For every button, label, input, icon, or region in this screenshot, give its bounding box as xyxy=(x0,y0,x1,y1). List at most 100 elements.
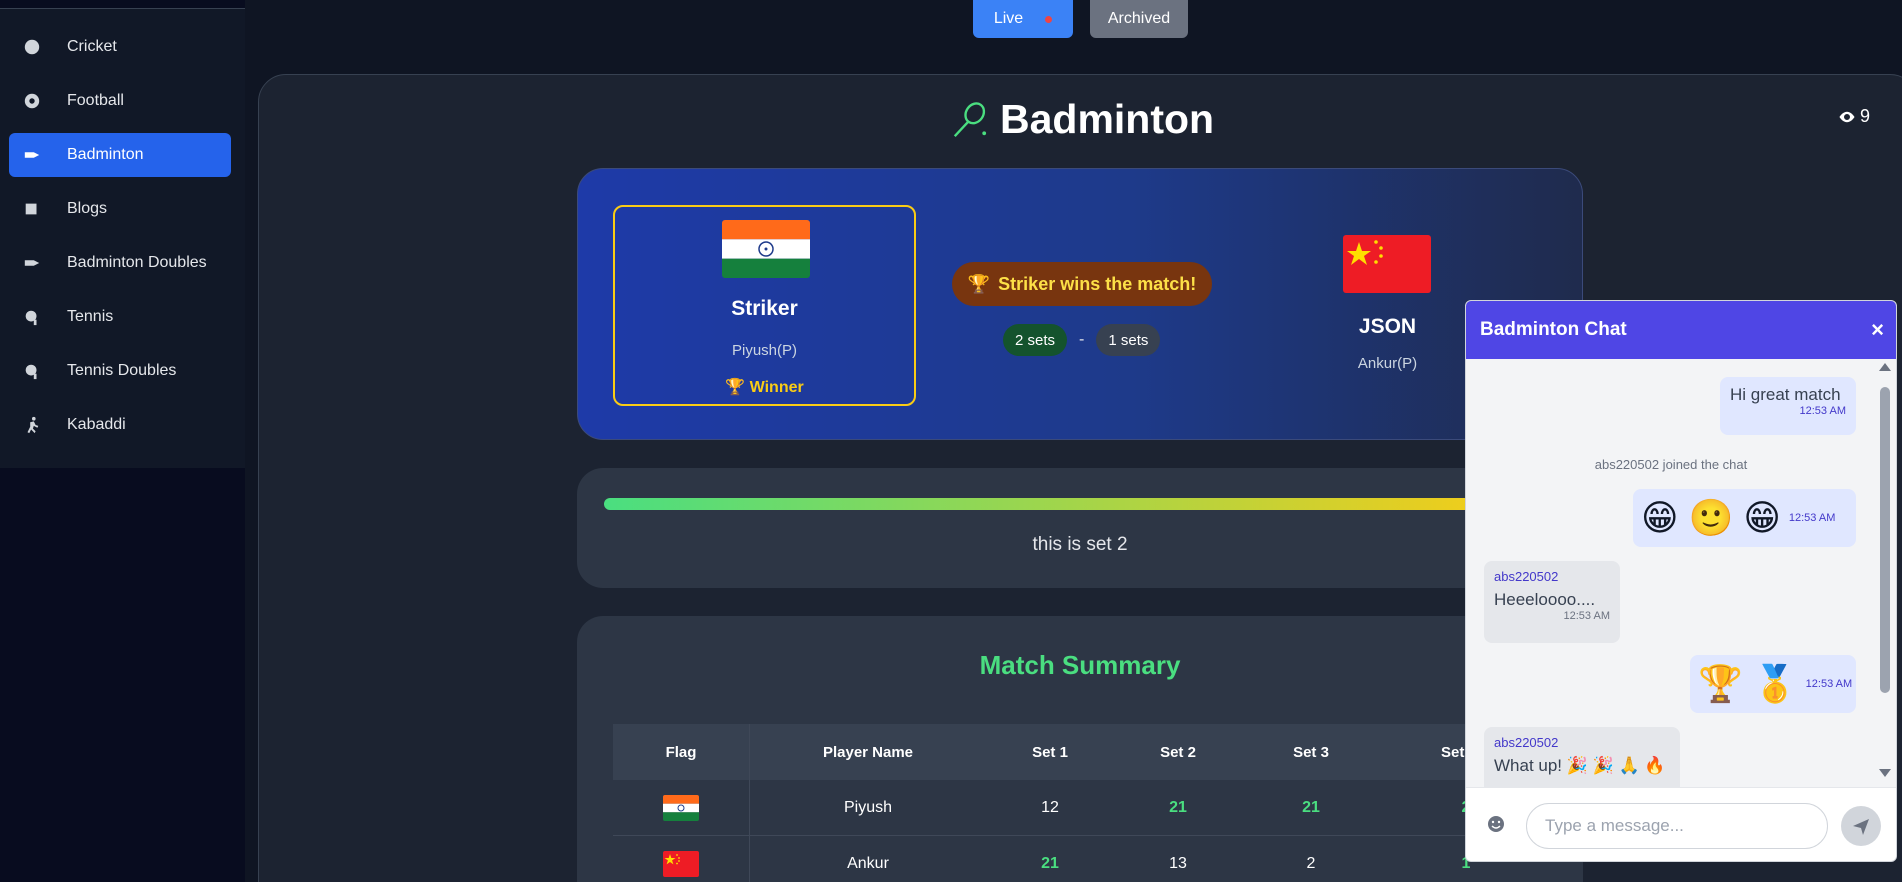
column-header: Set 3 xyxy=(1293,743,1329,761)
sidebar-item-badminton[interactable]: Badminton xyxy=(9,133,231,177)
newspaper-icon xyxy=(21,198,43,220)
trophy-icon: 🏆 xyxy=(725,379,746,396)
send-button[interactable] xyxy=(1841,806,1881,846)
sidebar-item-football[interactable]: Football xyxy=(9,79,231,123)
shuttlecock-icon xyxy=(21,144,43,166)
sidebar-item-label: Tennis Doubles xyxy=(67,362,177,379)
tab-archived-label: Archived xyxy=(1107,10,1171,27)
match-summary-title: Match Summary xyxy=(979,650,1181,680)
scroll-up-icon[interactable] xyxy=(1879,363,1891,371)
sidebar-nav: Cricket Football Badminton Blogs Badmint… xyxy=(0,8,245,468)
chat-footer xyxy=(1466,787,1896,861)
emoji-message: 😁 🙂 😁 xyxy=(1641,497,1781,538)
player1-player-name: Piyush(P) xyxy=(731,342,798,359)
sidebar-item-label: Cricket xyxy=(67,38,117,55)
column-header: Set 1 xyxy=(1032,743,1068,761)
system-message: abs220502 joined the chat xyxy=(1594,457,1748,472)
view-count: 9 xyxy=(1838,106,1870,127)
trophy-icon: 🏆 xyxy=(967,273,991,294)
player-name-cell: Ankur xyxy=(847,855,889,872)
running-icon xyxy=(21,414,43,436)
table-row: Ankur 21 13 2 1 xyxy=(613,836,1553,882)
table-tennis-icon xyxy=(21,360,43,382)
chat-message-input[interactable] xyxy=(1526,803,1828,849)
sidebar-item-label: Kabaddi xyxy=(67,416,126,433)
sidebar-item-tennis-doubles[interactable]: Tennis Doubles xyxy=(9,349,231,393)
send-icon xyxy=(1853,819,1869,835)
chat-message: 🏆 🥇 12:53 AM xyxy=(1690,655,1856,713)
sidebar-item-cricket[interactable]: Cricket xyxy=(9,25,231,69)
set1-cell: 21 xyxy=(1041,855,1059,872)
player1-sets: 2 sets xyxy=(1003,324,1068,356)
winner-badge: 🏆 Winner xyxy=(615,377,914,397)
sidebar-item-badminton-doubles[interactable]: Badminton Doubles xyxy=(9,241,231,285)
scroll-down-icon[interactable] xyxy=(1879,769,1891,777)
chat-message: 😁 🙂 😁 12:53 AM xyxy=(1633,489,1856,547)
set2-cell: 13 xyxy=(1169,855,1187,872)
match-result-text: Striker wins the match! xyxy=(998,273,1197,294)
summary-table-header: Flag Player Name Set 1 Set 2 Set 3 Sets … xyxy=(613,724,1553,780)
sets-score: 2 sets - 1 sets xyxy=(1003,324,1161,356)
set1-cell: 12 xyxy=(1041,799,1059,816)
view-count-value: 9 xyxy=(1860,106,1871,126)
message-time: 12:53 AM xyxy=(1805,678,1853,690)
message-text: Hi great match xyxy=(1730,385,1841,404)
set2-cell: 21 xyxy=(1169,799,1187,816)
score-card: Striker Piyush(P) 🏆 Winner 🏆 Striker win… xyxy=(577,168,1583,440)
player-name-cell: Piyush xyxy=(843,799,893,816)
column-header: Flag xyxy=(665,743,697,761)
emoji-message: 🏆 🥇 xyxy=(1698,663,1798,704)
sidebar-item-tennis[interactable]: Tennis xyxy=(9,295,231,339)
china-flag xyxy=(1343,235,1431,293)
set3-cell: 21 xyxy=(1302,799,1320,816)
sidebar-item-blogs[interactable]: Blogs xyxy=(9,187,231,231)
sidebar: Cricket Football Badminton Blogs Badmint… xyxy=(0,0,245,882)
message-username: abs220502 xyxy=(1494,735,1559,750)
chat-message: abs220502 What up! 🎉 🎉 🙏 🔥 xyxy=(1484,727,1680,787)
message-time: 12:53 AM xyxy=(1788,512,1836,524)
close-icon[interactable]: × xyxy=(1871,317,1884,343)
cricket-ball-icon xyxy=(21,36,43,58)
chat-scrollbar[interactable] xyxy=(1874,359,1896,787)
page-title-row: Badminton xyxy=(950,96,1214,143)
chat-header: Badminton Chat × xyxy=(1466,301,1896,359)
india-flag xyxy=(722,220,810,278)
player1-card: Striker Piyush(P) 🏆 Winner xyxy=(613,205,916,406)
sidebar-item-label: Blogs xyxy=(67,200,108,217)
chat-widget: Badminton Chat × Hi great match 12:53 AM… xyxy=(1465,300,1897,862)
live-dot-icon xyxy=(1045,15,1053,23)
message-time: 12:53 AM xyxy=(1563,610,1610,622)
player1-team-name: Striker xyxy=(731,297,798,320)
chat-message: abs220502 Heeeloooo.... 12:53 AM xyxy=(1484,561,1620,643)
set-progress-text: this is set 2 xyxy=(1032,534,1128,555)
eye-icon xyxy=(1839,111,1855,122)
chat-title: Badminton Chat xyxy=(1480,319,1627,340)
set-progress-card: this is set 2 xyxy=(577,468,1583,588)
tab-archived[interactable]: Archived xyxy=(1090,0,1188,38)
winner-label: Winner xyxy=(749,379,804,396)
tab-live[interactable]: Live xyxy=(973,0,1073,38)
set3-cell: 2 xyxy=(1306,855,1316,872)
page-title: Badminton xyxy=(1000,96,1215,142)
table-row: Piyush 12 21 21 2 xyxy=(613,780,1553,836)
sidebar-item-label: Tennis xyxy=(67,308,114,325)
match-result-badge: 🏆 Striker wins the match! xyxy=(952,262,1212,306)
shuttlecock-icon xyxy=(21,252,43,274)
india-flag xyxy=(663,795,699,821)
sidebar-item-label: Football xyxy=(67,92,124,109)
scroll-thumb[interactable] xyxy=(1880,387,1890,693)
flag-cell xyxy=(613,836,749,882)
player2-sets: 1 sets xyxy=(1096,324,1161,356)
table-tennis-icon xyxy=(21,306,43,328)
message-text: Heeeloooo.... xyxy=(1494,590,1596,609)
china-flag xyxy=(663,851,699,877)
chat-messages: Hi great match 12:53 AM abs220502 joined… xyxy=(1466,359,1876,787)
smiley-icon[interactable] xyxy=(1486,814,1506,834)
column-header: Set 2 xyxy=(1160,743,1196,761)
flag-cell xyxy=(613,780,749,836)
badminton-racket-icon xyxy=(953,101,987,137)
football-icon xyxy=(21,90,43,112)
sidebar-item-kabaddi[interactable]: Kabaddi xyxy=(9,403,231,447)
sets-separator: - xyxy=(1079,331,1085,348)
message-username: abs220502 xyxy=(1494,569,1559,584)
